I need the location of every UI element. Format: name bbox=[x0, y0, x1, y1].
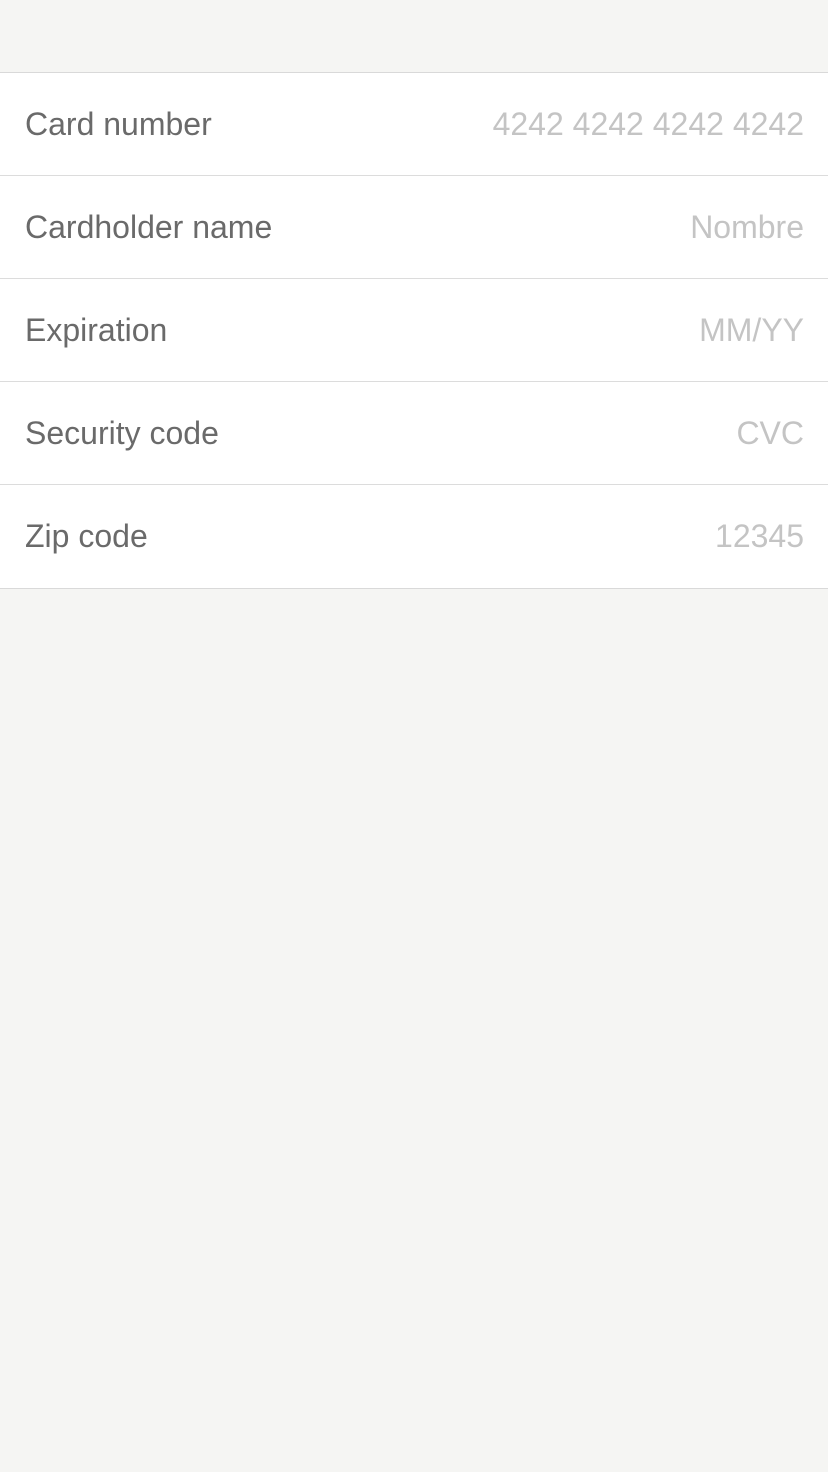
expiration-row[interactable]: Expiration bbox=[0, 279, 828, 382]
card-form: Card number Cardholder name Expiration S… bbox=[0, 72, 828, 589]
expiration-label: Expiration bbox=[25, 311, 168, 348]
zip-code-label: Zip code bbox=[25, 518, 148, 554]
zip-code-input[interactable] bbox=[171, 518, 804, 555]
cardholder-name-row[interactable]: Cardholder name bbox=[0, 176, 828, 279]
cardholder-name-input[interactable] bbox=[296, 208, 804, 246]
expiration-input[interactable] bbox=[191, 311, 804, 349]
security-code-row[interactable]: Security code bbox=[0, 382, 828, 485]
top-spacer bbox=[0, 0, 828, 72]
card-number-input[interactable] bbox=[235, 105, 804, 143]
card-number-row[interactable]: Card number bbox=[0, 73, 828, 176]
card-number-label: Card number bbox=[25, 105, 212, 142]
security-code-input[interactable] bbox=[242, 414, 804, 452]
security-code-label: Security code bbox=[25, 414, 219, 451]
cardholder-name-label: Cardholder name bbox=[25, 208, 273, 245]
zip-code-row[interactable]: Zip code bbox=[0, 485, 828, 588]
